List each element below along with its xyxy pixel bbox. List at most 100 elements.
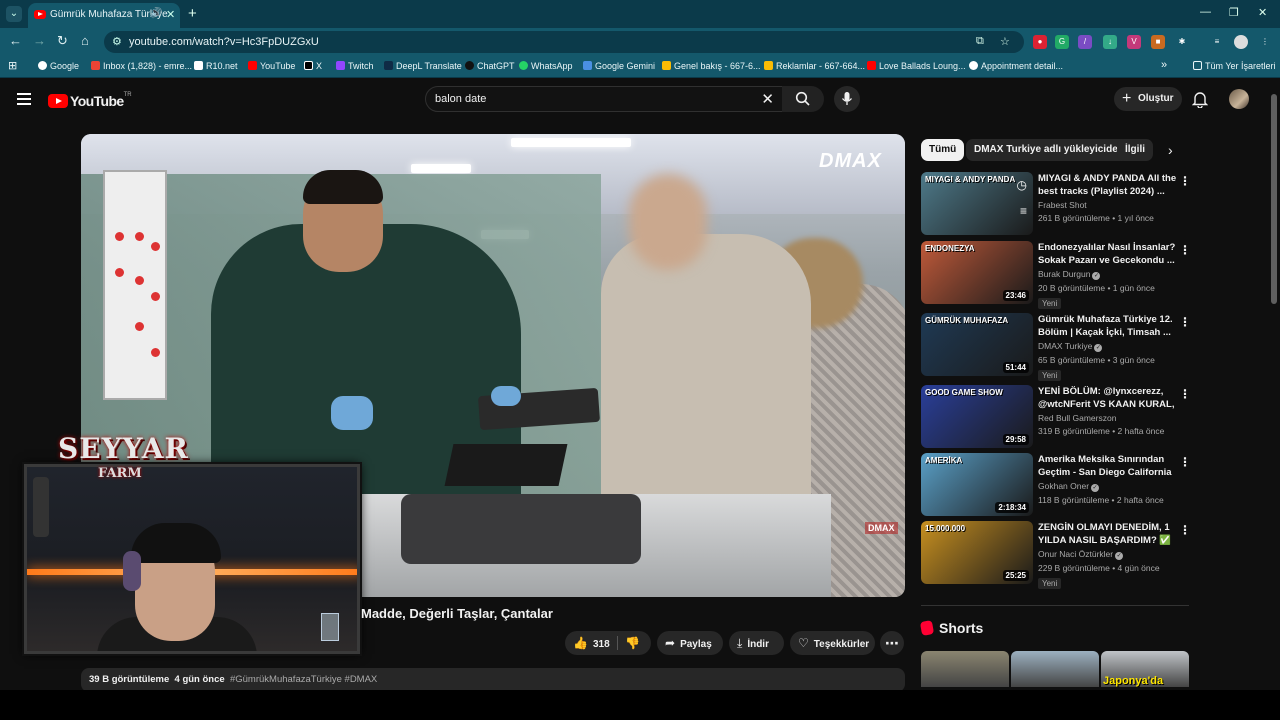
more-actions-button[interactable]: ⋯ (880, 631, 904, 655)
recommendation-title[interactable]: Endonezyalılar Nasıl İnsanlar? Sokak Paz… (1038, 241, 1178, 267)
channel-name[interactable]: DMAX Turkiye (1038, 341, 1092, 351)
recommendation-item[interactable]: 15.000.000 25:25 ZENGİN OLMAYI DENEDİM, 1 … (921, 521, 1191, 589)
apps-grid-icon[interactable]: ⊞ (8, 59, 17, 72)
more-vertical-icon[interactable]: ⋮ (1179, 315, 1191, 329)
recommendation-title[interactable]: ZENGİN OLMAYI DENEDİM, 1 YILDA NASIL BAŞ… (1038, 521, 1178, 547)
bookmark-x[interactable]: X (304, 61, 322, 71)
extension-icon[interactable]: ● (1033, 35, 1047, 49)
bookmark-appointment[interactable]: Appointment detail... (969, 61, 1063, 71)
recommendation-item[interactable]: AMERİKA 2:18:34 Amerika Meksika Sınırından… (921, 453, 1191, 517)
search-button[interactable] (782, 86, 824, 112)
bookmark-ads-overview[interactable]: Genel bakış - 667-6... (662, 61, 761, 71)
short-item[interactable] (921, 651, 1009, 687)
download-button[interactable]: ⤓ İndir (729, 631, 784, 655)
bookmark-twitch[interactable]: Twitch (336, 61, 374, 71)
recommendation-title[interactable]: YENİ BÖLÜM: @lynxcerezz, @wtcNFerit VS K… (1038, 385, 1178, 411)
recommendation-thumbnail[interactable]: GOOD GAME SHOW 29:58 (921, 385, 1033, 448)
dislike-button[interactable]: 👎 (625, 631, 645, 657)
extension-icon[interactable]: V (1127, 35, 1141, 49)
short-item[interactable]: Japonya'da (1101, 651, 1189, 687)
notifications-bell-icon[interactable] (1192, 90, 1208, 108)
recommendation-title[interactable]: MIYAGI & ANDY PANDA All the best tracks … (1038, 172, 1178, 198)
bookmark-star-icon[interactable]: ☆ (1000, 35, 1010, 48)
chip-from-uploader[interactable]: DMAX Turkiye adlı yükleyiciden (966, 139, 1132, 161)
search-input[interactable] (435, 93, 735, 105)
youtube-logo[interactable]: YouTubeTR (48, 92, 132, 110)
profile-icon[interactable] (1234, 35, 1248, 49)
all-bookmarks-folder[interactable]: Tüm Yer İşaretleri (1193, 61, 1276, 71)
add-to-queue-icon[interactable]: ≡ (1020, 204, 1027, 218)
search-box[interactable]: ✕ (425, 86, 783, 112)
home-icon[interactable]: ⌂ (81, 33, 89, 48)
recommendation-title[interactable]: Gümrük Muhafaza Türkiye 12. Bölüm | Kaça… (1038, 313, 1178, 339)
bookmark-r10[interactable]: R10.net (194, 61, 238, 71)
bookmark-inbox[interactable]: Inbox (1,828) - emre... (91, 61, 192, 71)
forward-icon[interactable]: → (33, 33, 46, 48)
site-info-icon[interactable]: ⚙ (112, 35, 122, 48)
short-item[interactable] (1011, 651, 1099, 687)
more-vertical-icon[interactable]: ⋮ (1179, 387, 1191, 401)
channel-name[interactable]: Burak Durgun (1038, 269, 1090, 279)
reload-icon[interactable]: ↻ (57, 33, 68, 49)
more-vertical-icon[interactable]: ⋮ (1179, 243, 1191, 257)
recommendation-thumbnail[interactable]: ENDONEZYA 23:46 (921, 241, 1033, 304)
bookmark-youtube[interactable]: YouTube (248, 61, 295, 71)
recommendation-title[interactable]: Amerika Meksika Sınırından Geçtim - San … (1038, 453, 1178, 479)
bookmark-gemini[interactable]: Google Gemini (583, 61, 655, 71)
share-button[interactable]: ➦ Paylaş (657, 631, 723, 655)
page-scrollbar[interactable] (1271, 86, 1277, 686)
channel-name[interactable]: Red Bull Gamerszon (1038, 413, 1116, 423)
install-app-icon[interactable]: ⧉ (976, 35, 984, 48)
close-window-icon[interactable]: ✕ (1258, 6, 1267, 19)
media-control-icon[interactable]: ≡ (1210, 35, 1224, 49)
more-vertical-icon[interactable]: ⋮ (1179, 174, 1191, 188)
bookmark-ads[interactable]: Reklamlar - 667-664... (764, 61, 865, 71)
address-bar[interactable]: ⚙ youtube.com/watch?v=Hc3FpDUZGxU ⧉ ☆ (104, 31, 1024, 53)
extension-icon[interactable]: ■ (1151, 35, 1165, 49)
extension-icon[interactable]: G (1055, 35, 1069, 49)
channel-name[interactable]: Frabest Shot (1038, 200, 1087, 210)
avatar[interactable] (1229, 89, 1249, 109)
back-icon[interactable]: ← (9, 33, 22, 48)
more-vertical-icon[interactable]: ⋮ (1179, 523, 1191, 537)
recommendation-item[interactable]: GOOD GAME SHOW 29:58 YENİ BÖLÜM: @lynxcere… (921, 385, 1191, 449)
recommendation-item[interactable]: MIYAGI & ANDY PANDA ◷ ≡ MIYAGI & ANDY PANDA… (921, 172, 1191, 236)
channel-name[interactable]: Gokhan Oner (1038, 481, 1089, 491)
recommendation-thumbnail[interactable]: MIYAGI & ANDY PANDA ◷ ≡ (921, 172, 1033, 235)
voice-search-button[interactable] (834, 86, 860, 112)
extension-icon[interactable]: ↓ (1103, 35, 1117, 49)
recommendation-thumbnail[interactable]: AMERİKA 2:18:34 (921, 453, 1033, 516)
hashtags[interactable]: #GümrükMuhafazaTürkiye #DMAX (230, 674, 377, 685)
bookmark-whatsapp[interactable]: WhatsApp (519, 61, 573, 71)
new-tab-button[interactable]: + (188, 5, 197, 22)
recommendation-item[interactable]: ENDONEZYA 23:46 Endonezyalılar Nasıl İnsan… (921, 241, 1191, 309)
url-text[interactable]: youtube.com/watch?v=Hc3FpDUZGxU (129, 36, 319, 48)
minimize-icon[interactable]: — (1200, 6, 1211, 18)
browser-menu-icon[interactable]: ⋮ (1258, 35, 1272, 49)
bookmark-chatgpt[interactable]: ChatGPT (465, 61, 515, 71)
chip-all[interactable]: Tümü (921, 139, 965, 161)
channel-name[interactable]: Onur Naci Öztürkler (1038, 549, 1113, 559)
thanks-button[interactable]: ♡ Teşekkürler (790, 631, 875, 655)
bookmark-love-ballads[interactable]: Love Ballads Loung... (867, 61, 966, 71)
create-button[interactable]: + Oluştur (1114, 87, 1182, 111)
bookmark-deepl[interactable]: DeepL Translate (384, 61, 462, 71)
description-box[interactable]: 39 B görüntüleme 4 gün önce #GümrükMuhaf… (81, 668, 905, 692)
extension-icon[interactable]: / (1078, 35, 1092, 49)
recommendation-thumbnail[interactable]: GÜMRÜK MUHAFAZA 51:44 (921, 313, 1033, 376)
close-tab-icon[interactable]: ✕ (166, 8, 175, 21)
bookmark-google[interactable]: Google (38, 61, 79, 71)
speaker-icon[interactable]: 🔊 (150, 8, 162, 19)
scrollbar-thumb[interactable] (1271, 94, 1277, 304)
restore-icon[interactable]: ❐ (1229, 6, 1239, 19)
tab-search-button[interactable]: ⌄ (6, 6, 22, 22)
browser-tab-active[interactable]: Gümrük Muhafaza Türkiye 🔊 ✕ (28, 3, 180, 28)
like-button[interactable]: 👍 318 (573, 636, 610, 650)
clear-search-icon[interactable]: ✕ (761, 90, 774, 108)
extensions-puzzle-icon[interactable]: ✱ (1175, 35, 1189, 49)
recommendation-item[interactable]: GÜMRÜK MUHAFAZA 51:44 Gümrük Muhafaza Türk… (921, 313, 1191, 381)
chip-related[interactable]: İlgili (1117, 139, 1153, 161)
recommendation-thumbnail[interactable]: 15.000.000 25:25 (921, 521, 1033, 584)
more-bookmarks-icon[interactable]: » (1161, 59, 1167, 71)
chevron-right-icon[interactable]: › (1168, 142, 1173, 158)
